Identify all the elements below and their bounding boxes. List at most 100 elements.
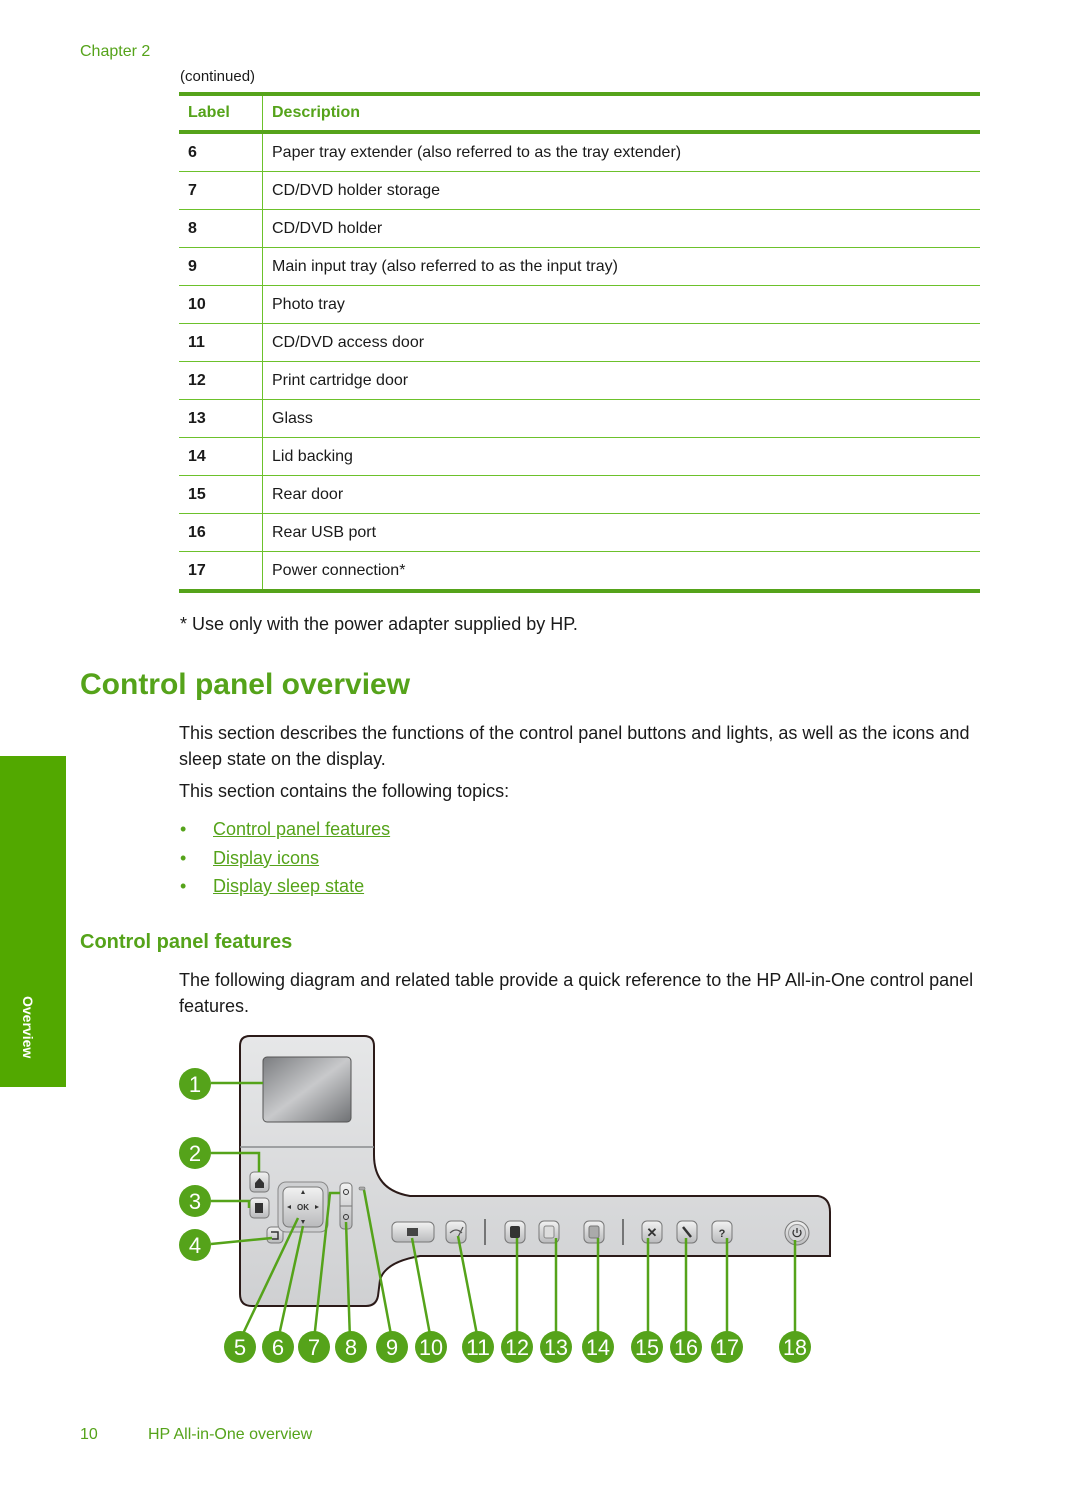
callout-number: 9 [386,1335,398,1360]
table-header-row: Label Description [179,94,980,132]
callout-2: 2 [179,1137,211,1169]
callout-number: 17 [715,1335,739,1360]
row-description: Rear door [262,475,980,514]
callout-number: 16 [674,1335,698,1360]
column-header-label: Label [188,104,230,121]
row-label: 16 [179,513,263,552]
callout-7: 7 [298,1331,330,1363]
link-control-panel-features[interactable]: Control panel features [213,819,390,839]
cancel-button[interactable]: ✕ [641,1220,663,1244]
row-label: 6 [179,132,263,172]
bullet: • [180,847,187,868]
footnote: * Use only with the power adapter suppli… [180,614,578,634]
menu-button[interactable] [249,1197,270,1219]
callout-8: 8 [335,1331,367,1363]
row-label: 13 [179,399,263,438]
start-scan-icon [588,1225,600,1239]
directional-pad[interactable]: OK [277,1181,329,1233]
callout-18: 18 [779,1331,811,1363]
callout-number: 6 [272,1335,284,1360]
callout-14: 14 [582,1331,614,1363]
side-tab-overview: Overview [0,756,66,1087]
table-row: 7 CD/DVD holder storage [179,171,980,210]
print-photos-icon [407,1228,418,1236]
table-row: 17 Power connection* [179,551,980,593]
red-eye-removal-button[interactable] [445,1220,467,1244]
start-scan-button[interactable] [583,1220,605,1244]
callout-number: 12 [505,1335,529,1360]
footer-title: HP All-in-One overview [148,1426,313,1443]
table-row: 13 Glass [179,399,980,438]
row-label: 15 [179,475,263,514]
callout-number: 15 [635,1335,659,1360]
topics-intro: This section contains the following topi… [179,781,510,801]
display-screen [262,1056,352,1123]
callout-number: 8 [345,1335,357,1360]
callout-number: 3 [189,1189,201,1214]
row-description: Main input tray (also referred to as the… [262,247,980,286]
table-row: 11 CD/DVD access door [179,323,980,362]
row-description: CD/DVD holder [262,209,980,248]
chapter-label: Chapter 2 [80,43,151,60]
callout-17: 17 [711,1331,743,1363]
bullet: • [180,876,187,896]
help-icon: ? [719,1228,726,1240]
callout-number: 2 [189,1141,201,1166]
help-button[interactable]: ? [711,1220,733,1244]
callout-number: 14 [586,1335,610,1360]
section-title: Control panel overview [80,668,411,701]
callout-1: 1 [179,1068,211,1100]
row-label: 12 [179,361,263,400]
table-row: 6 Paper tray extender (also referred to a… [179,132,980,172]
row-label: 11 [179,323,263,362]
row-label: 17 [179,551,263,593]
topic-item: • Display sleep state [180,873,390,902]
row-label: 8 [179,209,263,248]
topics-list: • Control panel features • Display icons •… [180,816,390,902]
link-display-sleep-state[interactable]: Display sleep state [213,876,364,896]
start-copy-color-icon [543,1225,555,1239]
row-label: 10 [179,285,263,324]
table-row: 10 Photo tray [179,285,980,324]
row-description: Rear USB port [262,513,980,552]
column-header-description: Description [262,94,980,132]
continued-label: (continued) [180,68,256,85]
ok-button[interactable]: OK [297,1203,309,1212]
callout-5: 5 [224,1331,256,1363]
callout-9: 9 [376,1331,408,1363]
parts-table: Label Description 6 Paper tray extender (… [179,92,980,593]
power-button[interactable] [784,1220,810,1246]
menu-icon [255,1203,263,1213]
section-intro: This section describes the functions of … [179,723,970,769]
callout-6: 6 [262,1331,294,1363]
callout-3: 3 [179,1185,211,1217]
start-copy-black-icon [510,1226,520,1238]
table-row: 8 CD/DVD holder [179,209,980,248]
row-description: CD/DVD access door [262,323,980,362]
row-description: Paper tray extender (also referred to as… [262,132,980,172]
callout-number: 7 [308,1335,320,1360]
red-eye-light [358,1186,366,1191]
subsection-intro: The following diagram and related table … [179,970,974,1016]
row-description: Photo tray [262,285,980,324]
table-row: 14 Lid backing [179,437,980,476]
callout-number: 11 [466,1335,490,1360]
callout-number: 1 [189,1072,201,1097]
callout-4: 4 [179,1229,211,1261]
page-number: 10 [80,1426,98,1443]
topic-item: • Display icons [180,845,390,874]
link-display-icons[interactable]: Display icons [213,848,319,868]
callout-number: 5 [234,1335,246,1360]
side-tab-label: Overview [20,996,36,1059]
callout-number: 10 [419,1335,443,1360]
callout-11: 11 [462,1331,494,1363]
callout-number: 4 [189,1233,201,1258]
row-label: 9 [179,247,263,286]
table-row: 16 Rear USB port [179,513,980,552]
topic-item: • Control panel features [180,816,390,845]
callout-16: 16 [670,1331,702,1363]
start-copy-black-button[interactable] [504,1220,526,1244]
callout-13: 13 [540,1331,572,1363]
callout-15: 15 [631,1331,663,1363]
home-button[interactable] [249,1171,270,1193]
